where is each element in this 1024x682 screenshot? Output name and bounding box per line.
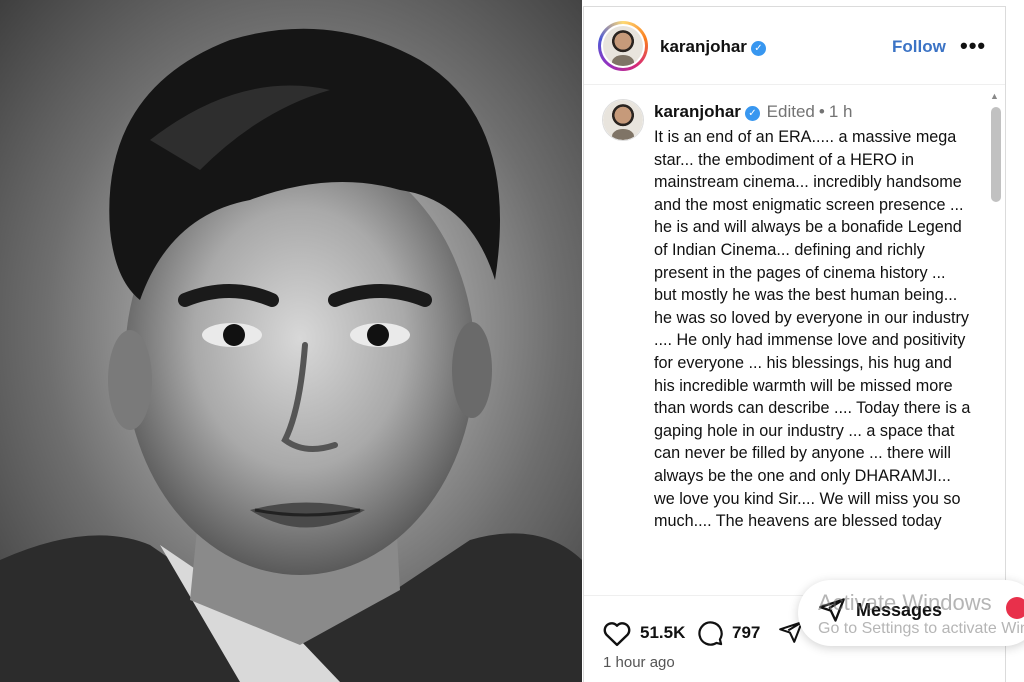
comment-bubble-icon (698, 621, 723, 646)
messages-avatar-badge (1006, 597, 1024, 619)
post-timestamp[interactable]: 1 hour ago (603, 654, 675, 671)
post-photo[interactable] (0, 0, 582, 682)
messages-label[interactable]: Messages (856, 600, 942, 621)
verified-badge-icon: ✓ (750, 41, 766, 56)
like-button[interactable]: 51.5K (602, 619, 685, 647)
post-time-short[interactable]: 1 h (829, 102, 853, 121)
header-username-text[interactable]: karanjohar (660, 37, 747, 56)
like-count[interactable]: 51.5K (640, 623, 685, 643)
post-caption-area: karanjohar ✓ Edited • 1 h It is an end of a… (584, 86, 989, 594)
caption-avatar[interactable] (602, 99, 644, 141)
messages-icon (819, 598, 845, 622)
caption-username[interactable]: karanjohar (654, 102, 741, 121)
messages-button[interactable]: Messages (798, 580, 1024, 646)
caption-meta: karanjohar ✓ Edited • 1 h (654, 102, 852, 122)
heart-icon (603, 622, 631, 647)
comment-count[interactable]: 797 (732, 623, 760, 643)
follow-button[interactable]: Follow (892, 37, 946, 57)
header-username[interactable]: karanjohar ✓ (660, 37, 766, 57)
post-header: karanjohar ✓ Follow ••• (584, 7, 1005, 85)
profile-avatar[interactable] (598, 21, 648, 71)
scrollbar-thumb[interactable] (991, 107, 1001, 202)
verified-badge-icon: ✓ (744, 106, 760, 121)
more-options-icon[interactable]: ••• (960, 33, 986, 59)
edited-label: Edited (766, 102, 815, 121)
comment-button[interactable]: 797 (696, 619, 760, 647)
caption-text: It is an end of an ERA..... a massive me… (654, 128, 971, 531)
meta-separator: • (818, 102, 825, 121)
portrait-image (0, 28, 582, 682)
scroll-up-arrow-icon[interactable]: ▲ (990, 91, 999, 101)
